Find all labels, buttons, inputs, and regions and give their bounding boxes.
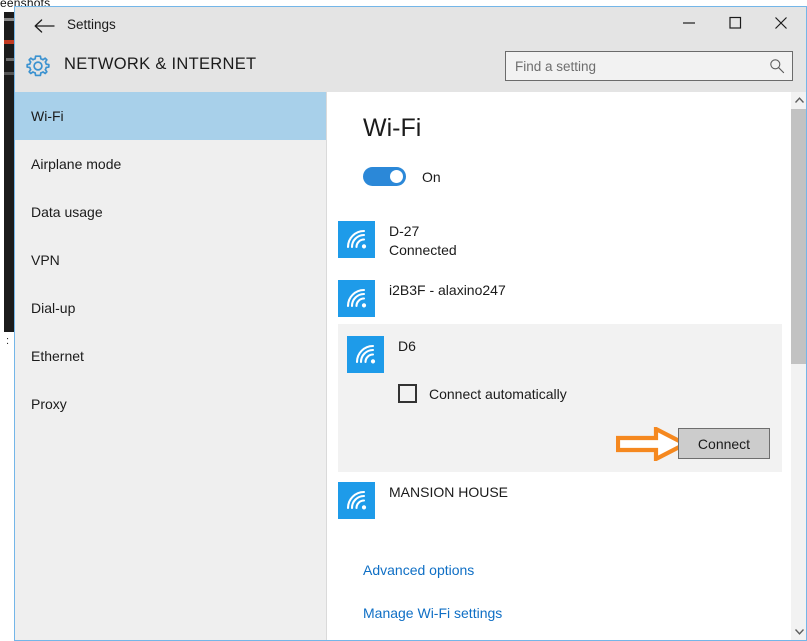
content-scrollbar[interactable] (791, 92, 806, 640)
sidebar-item-dial-up[interactable]: Dial-up (15, 284, 326, 332)
connect-automatically-label: Connect automatically (429, 385, 567, 402)
network-status: Connected (389, 242, 457, 258)
wifi-settings-pane: Wi-Fi On D-27 Connected i2B3F - alaxino2… (328, 92, 806, 640)
network-name: i2B3F - alaxino247 (389, 282, 506, 298)
sidebar-item-wi-fi[interactable]: Wi-Fi (15, 92, 326, 140)
network-header-row: D6 (347, 336, 416, 373)
wifi-toggle-switch[interactable] (363, 167, 406, 186)
minimize-icon (683, 21, 695, 24)
back-button[interactable] (23, 11, 67, 41)
manage-wifi-settings-link[interactable]: Manage Wi-Fi settings (363, 605, 502, 621)
connect-automatically-checkbox[interactable] (398, 384, 417, 403)
connect-automatically-row[interactable]: Connect automatically (398, 384, 567, 403)
chevron-down-icon (795, 629, 804, 635)
close-button[interactable] (758, 7, 804, 38)
sidebar-item-label: Data usage (31, 204, 103, 220)
back-arrow-icon (34, 19, 55, 33)
network-name: D-27 (389, 223, 420, 239)
sidebar-item-ethernet[interactable]: Ethernet (15, 332, 326, 380)
network-item-mansion-house[interactable]: MANSION HOUSE (338, 482, 782, 519)
window-titlebar: Settings (15, 7, 806, 45)
toggle-knob (390, 170, 403, 183)
settings-window: Settings NETWORK & INTERNET Find a setti… (14, 6, 807, 641)
window-title: Settings (67, 17, 116, 32)
maximize-button[interactable] (712, 7, 758, 38)
sidebar-item-label: Wi-Fi (31, 108, 64, 124)
network-item-d-27[interactable]: D-27 Connected (338, 221, 782, 260)
sidebar-item-proxy[interactable]: Proxy (15, 380, 326, 428)
advanced-options-link[interactable]: Advanced options (363, 562, 474, 578)
sidebar-item-vpn[interactable]: VPN (15, 236, 326, 284)
wifi-signal-icon (338, 482, 375, 519)
search-input[interactable] (515, 52, 760, 80)
settings-body: Wi-Fi Airplane mode Data usage VPN Dial-… (15, 92, 806, 640)
network-text-block: i2B3F - alaxino247 (389, 280, 506, 300)
scrollbar-down-arrow[interactable] (791, 623, 806, 640)
background-bar (4, 18, 14, 21)
settings-header: NETWORK & INTERNET (15, 45, 806, 92)
sidebar-item-label: Airplane mode (31, 156, 122, 172)
sidebar-item-data-usage[interactable]: Data usage (15, 188, 326, 236)
sidebar-item-airplane-mode[interactable]: Airplane mode (15, 140, 326, 188)
page-category-title: NETWORK & INTERNET (64, 55, 257, 73)
connect-button[interactable]: Connect (678, 428, 770, 459)
page-title: Wi-Fi (363, 114, 422, 142)
network-text-block: MANSION HOUSE (389, 482, 508, 502)
sidebar-item-label: Dial-up (31, 300, 76, 316)
network-name: D6 (398, 338, 416, 354)
gear-icon (21, 49, 55, 83)
close-icon (775, 16, 787, 29)
sidebar-item-label: Ethernet (31, 348, 84, 364)
scrollbar-up-arrow[interactable] (791, 92, 806, 109)
maximize-icon (728, 16, 741, 29)
wifi-toggle-state-label: On (422, 168, 441, 185)
wifi-toggle-row: On (363, 167, 441, 186)
network-item-d6-expanded[interactable]: D6 Connect automatically Connect (338, 324, 782, 472)
network-item-i2b3f-alaxino247[interactable]: i2B3F - alaxino247 (338, 280, 782, 317)
wifi-signal-icon (338, 221, 375, 258)
wifi-signal-icon (338, 280, 375, 317)
minimize-button[interactable] (666, 7, 712, 38)
settings-sidebar: Wi-Fi Airplane mode Data usage VPN Dial-… (15, 92, 327, 640)
sidebar-item-label: VPN (31, 252, 60, 268)
search-box[interactable] (505, 51, 793, 81)
chevron-up-icon (795, 97, 804, 103)
wifi-signal-icon (347, 336, 384, 373)
scrollbar-thumb[interactable] (791, 109, 806, 364)
search-icon (769, 58, 785, 74)
sidebar-item-label: Proxy (31, 396, 67, 412)
network-text-block: D6 (398, 336, 416, 356)
network-text-block: D-27 Connected (389, 221, 457, 260)
background-glyph: : (6, 335, 10, 347)
network-name: MANSION HOUSE (389, 484, 509, 500)
